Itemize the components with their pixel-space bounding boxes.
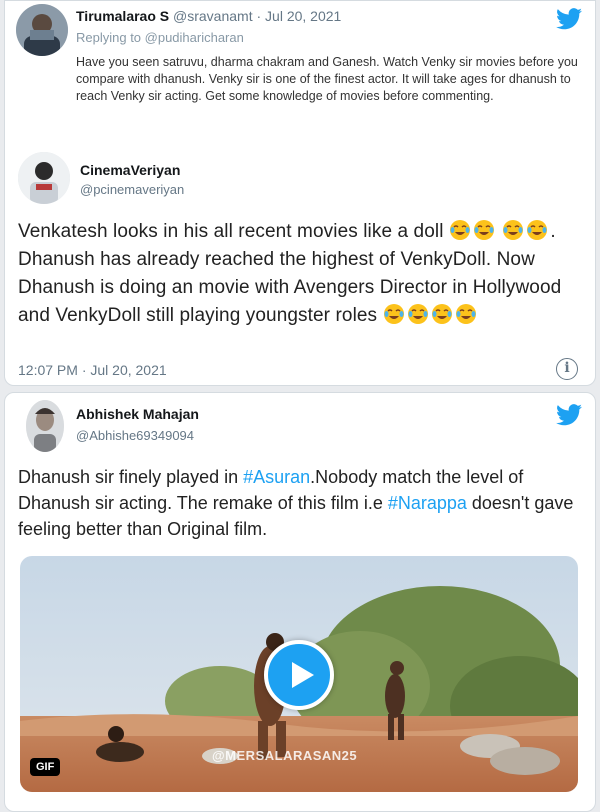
author-name[interactable]: CinemaVeriyan [80,162,180,178]
laugh-cry-emoji [383,304,404,324]
author-handle[interactable]: @pcinemaveriyan [80,182,184,197]
quoted-tweet-text: Have you seen satruvu, dharma chakram an… [76,55,578,103]
second-author-avatar[interactable] [26,400,64,452]
laugh-cry-emoji [449,220,470,240]
quoted-author-avatar[interactable] [16,4,68,56]
tweet-text-part-1: Venkatesh looks in his all recent movies… [18,221,444,242]
tweet-text: Venkatesh looks in his all recent movies… [18,218,583,330]
gif-badge: GIF [30,758,61,776]
second-author-name[interactable]: Abhishek Mahajan [76,406,199,422]
play-button[interactable] [264,640,334,710]
quoted-author-handle[interactable]: @sravanamt [173,8,253,24]
quoted-tweet-date: · Jul 20, 2021 [256,8,342,24]
play-icon [292,662,314,688]
laugh-cry-emoji [473,220,494,240]
twitter-bird-icon[interactable] [556,8,582,35]
second-tweet-text-a: Dhanush sir finely played in [18,467,244,487]
hashtag-narappa[interactable]: #Narappa [388,493,467,513]
media-watermark: @MERSALARASAN25 [212,748,358,763]
info-icon[interactable]: i [556,358,578,380]
second-author-handle[interactable]: @Abhishe69349094 [76,428,194,443]
laugh-cry-emoji [455,304,476,324]
quoted-author[interactable]: Tirumalarao S @sravanamt · Jul 20, 2021 [76,8,341,24]
laugh-cry-emoji [527,220,548,240]
twitter-bird-icon[interactable] [556,404,582,431]
laugh-cry-emoji [503,220,524,240]
replying-to[interactable]: Replying to @pudiharicharan [76,30,244,45]
laugh-cry-emoji [431,304,452,324]
tweet-timestamp[interactable]: 12:07 PM · Jul 20, 2021 [18,362,167,378]
quoted-author-name[interactable]: Tirumalarao S [76,8,169,24]
second-tweet-text: Dhanush sir finely played in #Asuran.Nob… [18,464,583,542]
hashtag-asuran[interactable]: #Asuran [243,467,310,487]
author-avatar[interactable] [18,152,70,204]
laugh-cry-emoji [407,304,428,324]
